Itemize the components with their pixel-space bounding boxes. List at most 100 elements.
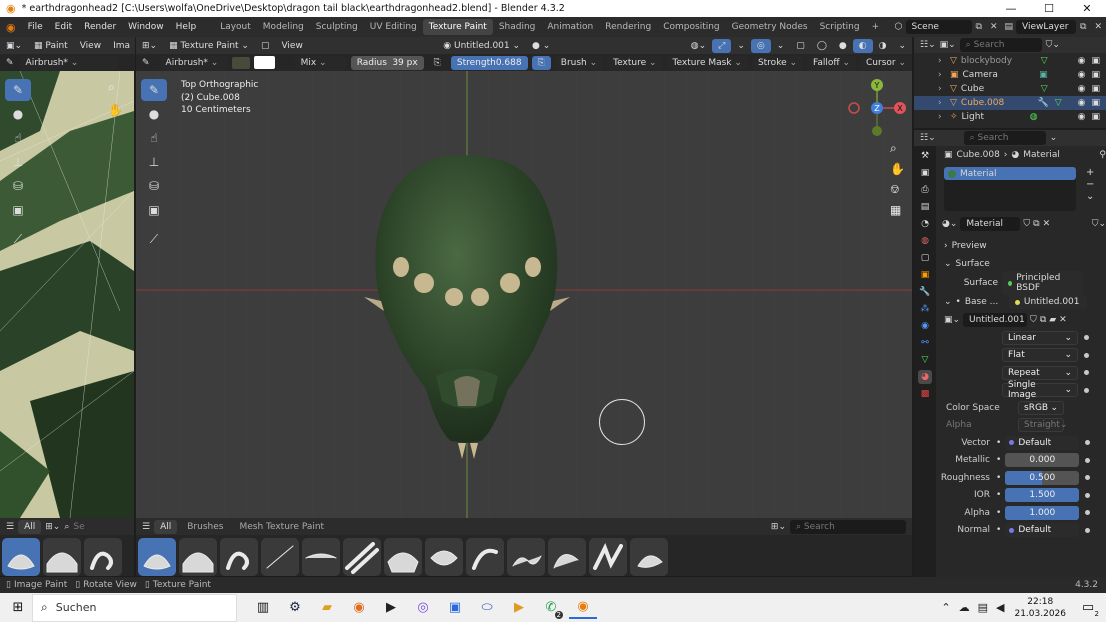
cursor-menu[interactable]: Cursor [860,55,913,70]
image-editor-view-menu[interactable]: View [74,39,107,53]
world-tab-icon[interactable]: ◍ [918,234,932,248]
outliner-object-cube-008[interactable]: › ▽ Cube.008 🔧 ▽ ◉ ▣ [914,96,1106,110]
outliner-search[interactable]: ⌕ Search [959,38,1042,52]
camera-view-icon[interactable]: ⎊ [890,182,905,197]
clone-tool-icon[interactable]: ⊥ [141,151,167,173]
tab-shading[interactable]: Shading [493,19,542,35]
source-dropdown[interactable]: Single Image ⌄ [1002,380,1078,400]
app-icon[interactable]: ▣ [441,597,469,619]
scene-selector[interactable]: Scene [905,20,972,34]
keyframe-dot-icon[interactable] [1085,492,1091,498]
fake-user-icon[interactable]: ⛉ [1030,315,1037,325]
fake-user-icon[interactable]: ⛉ [1023,219,1030,229]
shelf-tab-brushes[interactable]: Brushes [181,520,229,534]
ior-slider[interactable]: 1.500 [1005,488,1080,503]
color-space-dropdown[interactable]: sRGB ⌄ [1018,400,1064,415]
blender-menu-icon[interactable]: ◉ [0,21,22,34]
strength-slider[interactable]: Strength 0.688 [450,55,528,70]
firefox-icon[interactable]: ◉ [345,597,373,619]
render-camera-icon[interactable]: ▣ [1091,98,1100,108]
paint-mask-icon[interactable]: ▢ [255,39,276,53]
menu-file[interactable]: File [22,22,49,32]
render-camera-icon[interactable]: ▣ [1091,112,1100,122]
delete-viewlayer-icon[interactable]: ✕ [1090,22,1106,32]
object-tab-icon[interactable]: ▣ [918,268,932,282]
brush-menu[interactable]: Brush [554,55,604,70]
normal-field[interactable]: Default [1005,523,1080,538]
visibility-eye-icon[interactable]: ◉ [1078,84,1086,94]
cloud-icon[interactable]: ☁ [959,601,970,614]
rendered-shading-icon[interactable]: ◑ [873,39,893,53]
properties-search[interactable]: ⌕ Search [963,131,1046,145]
image-selector[interactable]: ◉ Untitled.001 ⌄ [437,39,526,53]
render-camera-icon[interactable]: ▣ [1091,56,1100,66]
navigation-gizmo[interactable]: Y X Z [844,79,908,149]
gizmo-toggle-icon[interactable]: ⤢ [712,38,732,53]
properties-editor-icon[interactable]: ☷⌄ [920,133,936,143]
menu-edit[interactable]: Edit [49,22,78,32]
strength-pressure-icon[interactable]: ⎘ [531,55,551,70]
blend-mode-selector[interactable]: Mix [294,55,347,70]
visibility-eye-icon[interactable]: ◉ [1078,98,1086,108]
image-editor-mode[interactable]: ▦ Paint [28,39,74,53]
shelf-tab-mesh-texture-paint[interactable]: Mesh Texture Paint [233,520,330,534]
unlink-image-icon[interactable]: ✕ [1059,315,1067,325]
filter-icon[interactable]: ⛉⌄ [1092,219,1106,229]
brush-thumbnail[interactable] [425,538,463,576]
collection-tab-icon[interactable]: ▢ [918,251,932,265]
shelf-search-field[interactable]: ⌕ Search [790,519,906,534]
minimize-button[interactable]: — [992,2,1030,15]
new-viewlayer-icon[interactable]: ⧉ [1076,22,1090,32]
browser-icon[interactable]: ◎ [409,597,437,619]
data-tab-icon[interactable]: ▽ [918,353,932,367]
metallic-slider[interactable]: 0.000 [1005,453,1080,468]
material-browse-icon[interactable]: ◕⌄ [942,219,957,229]
brush-thumbnail[interactable] [384,538,422,576]
base-color-image-field[interactable]: Untitled.001 [1008,295,1087,309]
wireframe-shading-icon[interactable]: ◯ [811,39,833,53]
steam-icon[interactable]: ⚙ [281,597,309,619]
shelf-menu-icon[interactable]: ☰ [6,522,14,532]
pan-hand-icon[interactable]: ✋ [108,103,123,117]
add-workspace-button[interactable]: + [866,19,886,35]
network-icon[interactable]: ▤ [978,601,988,614]
primary-color-swatch[interactable] [253,56,275,69]
keyframe-dot-icon[interactable] [1085,510,1091,516]
texture-menu[interactable]: Texture [607,55,663,70]
file-explorer-icon[interactable]: ▰ [313,597,341,619]
outliner-object-light[interactable]: › ✧ Light ◍ ◉ ▣ [914,110,1106,124]
maximize-button[interactable]: ☐ [1030,2,1068,15]
brush-thumbnail[interactable] [548,538,586,576]
xray-icon[interactable]: ▢ [790,39,811,53]
expand-arrow-icon[interactable]: › [938,56,942,66]
radius-slider[interactable]: Radius 39 px [350,55,424,70]
close-button[interactable]: ✕ [1068,2,1106,15]
unlink-material-icon[interactable]: ✕ [1043,219,1051,229]
smear-tool-icon[interactable]: ☝ [141,127,167,149]
view-layer-tab-icon[interactable]: ▤ [918,200,932,214]
image-name-field[interactable]: Untitled.001 [963,313,1028,327]
menu-help[interactable]: Help [170,22,203,32]
brush-thumbnail[interactable] [302,538,340,576]
shelf-tab-all[interactable]: All [154,519,178,534]
brush-thumbnail[interactable] [220,538,258,576]
gizmo-menu-icon[interactable]: ⌄ [731,39,751,53]
solid-shading-icon[interactable]: ● [833,39,853,53]
menu-window[interactable]: Window [122,22,170,32]
stroke-menu[interactable]: Stroke [751,55,804,70]
visibility-eye-icon[interactable]: ◉ [1078,56,1086,66]
outliner-object-camera[interactable]: › ▣ Camera ▣ ◉ ▣ [914,68,1106,82]
tab-rendering[interactable]: Rendering [599,19,657,35]
shelf-all-tab[interactable]: All [18,519,42,534]
new-scene-icon[interactable]: ⧉ [972,22,986,32]
draw-tool-icon[interactable]: ✎ [5,79,31,101]
fill-tool-icon[interactable]: ⛁ [5,175,31,197]
keyframe-dot-icon[interactable] [1084,335,1089,341]
annotate-tool-icon[interactable]: ⟋ [141,228,167,250]
alpha-mode-dropdown[interactable]: Straight ⌄ [1018,418,1067,433]
brush-thumbnail[interactable] [343,538,381,576]
viewport-view-menu[interactable]: View [275,39,308,53]
keyframe-dot-icon[interactable] [1085,457,1091,463]
duplicate-image-icon[interactable]: ⧉ [1040,315,1046,325]
output-tab-icon[interactable]: ⎙ [918,183,932,197]
